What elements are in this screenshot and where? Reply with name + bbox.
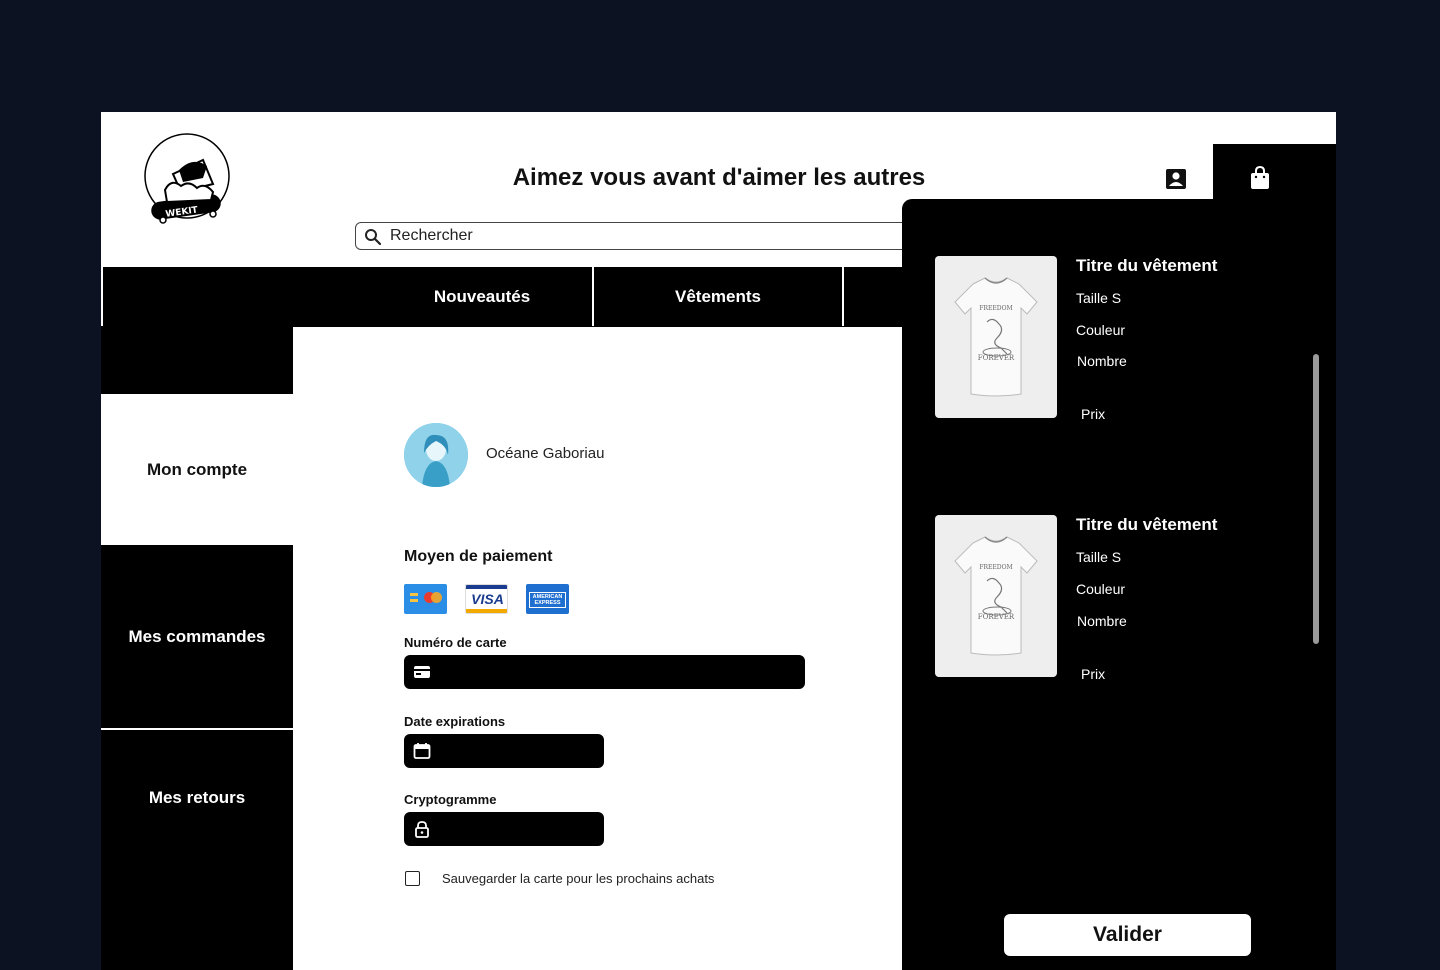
shopping-bag-icon[interactable] [1250,166,1270,190]
card-brands: VISA AMERICAN EXPRESS [404,584,569,614]
product-title: Titre du vêtement [1076,256,1218,275]
tshirt-print-bottom: FOREVER [978,354,1015,362]
sidebar-spacer [101,327,293,394]
lock-icon [415,821,429,838]
sidebar-item-mon-compte[interactable]: Mon compte [101,394,293,545]
search-input[interactable] [390,225,990,247]
account-icon[interactable] [1165,168,1187,190]
expiry-input[interactable] [404,734,604,768]
product-image[interactable]: FREEDOM FOREVER [935,256,1057,418]
visa-text: VISA [471,591,504,607]
cvv-label: Cryptogramme [404,792,497,807]
mastercard-icon[interactable] [404,584,447,614]
product-color: Couleur [1076,322,1126,338]
calendar-icon [413,743,431,759]
nav-divider [842,267,844,326]
product-size: Taille S [1076,549,1122,565]
tshirt-print-bottom: FOREVER [978,613,1015,621]
cart-panel: FREEDOM FOREVER Titre du vêtement Taille… [902,199,1336,970]
nav-item-vetements[interactable]: Vêtements [594,267,842,326]
nav-divider [101,267,103,326]
product-quantity: Nombre [1077,353,1127,369]
product-price: Prix [1081,666,1106,682]
tshirt-print-top: FREEDOM [979,305,1012,312]
search-icon [365,229,382,246]
tshirt-print-top: FREEDOM [979,564,1012,571]
tshirt-image: FREEDOM FOREVER [954,536,1038,656]
sidebar-item-mes-retours[interactable]: Mes retours [101,730,293,970]
amex-text: AMERICAN EXPRESS [529,592,566,608]
product-image[interactable]: FREEDOM FOREVER [935,515,1057,677]
credit-card-icon [414,666,430,678]
app-frame: WEKIT Aimez vous avant d'aimer les autre… [101,112,1336,970]
cart-scrollbar[interactable] [1313,354,1319,644]
save-card-checkbox[interactable] [405,871,420,886]
avatar-image [404,423,468,487]
nav-item-nouveautes[interactable]: Nouveautés [371,267,593,326]
expiry-label: Date expirations [404,714,506,729]
sidebar-item-mes-commandes[interactable]: Mes commandes [101,545,293,728]
card-number-label: Numéro de carte [404,635,507,650]
product-price: Prix [1081,406,1106,422]
product-title: Titre du vêtement [1076,515,1218,534]
page-headline: Aimez vous avant d'aimer les autres [512,164,926,191]
save-card-label: Sauvegarder la carte pour les prochains … [442,871,715,886]
cart-item: FREEDOM FOREVER Titre du vêtement Taille… [935,515,1315,685]
user-name: Océane Gaboriau [486,445,605,462]
cart-tab[interactable] [1213,144,1336,204]
amex-icon[interactable]: AMERICAN EXPRESS [526,584,569,614]
product-size: Taille S [1076,290,1122,306]
cvv-input[interactable] [404,812,604,846]
product-quantity: Nombre [1077,613,1127,629]
payment-title: Moyen de paiement [404,548,553,565]
brand-logo[interactable]: WEKIT [141,130,233,230]
visa-icon[interactable]: VISA [465,584,508,614]
product-color: Couleur [1076,581,1126,597]
tshirt-image: FREEDOM FOREVER [954,277,1038,397]
avatar [404,423,468,487]
validate-button[interactable]: Valider [1004,914,1251,956]
cart-item: FREEDOM FOREVER Titre du vêtement Taille… [935,256,1315,426]
card-number-input[interactable] [404,655,805,689]
save-card-row[interactable]: Sauvegarder la carte pour les prochains … [405,871,714,886]
